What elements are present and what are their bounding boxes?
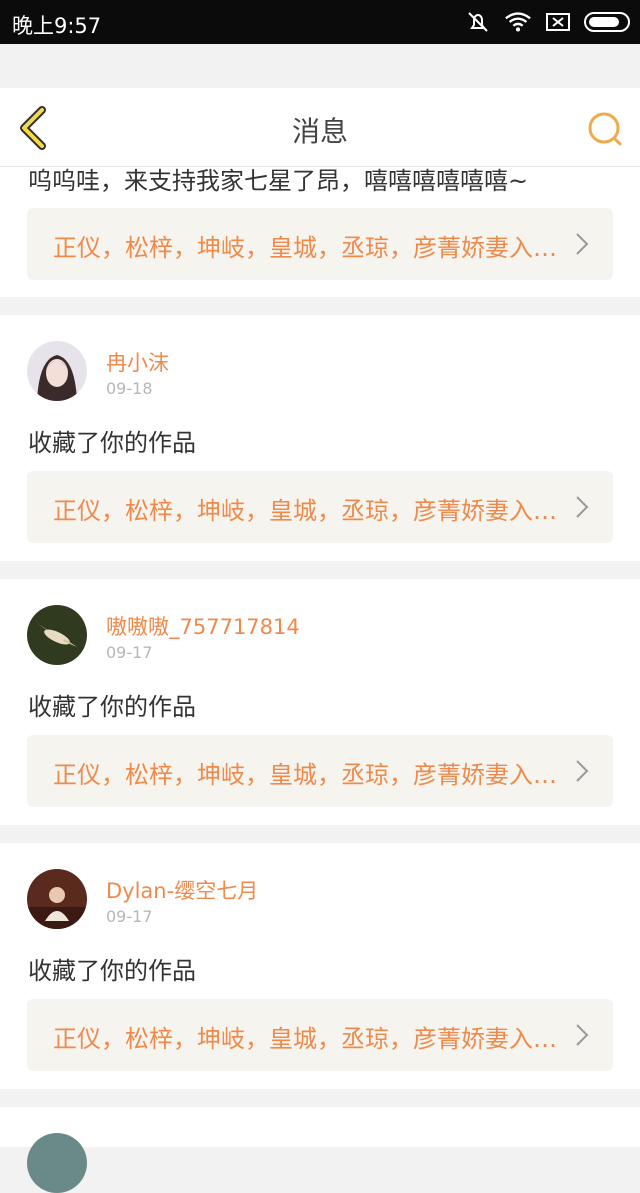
username[interactable]: 冉小沫 — [106, 347, 169, 377]
wifi-icon — [505, 12, 531, 32]
status-icons — [464, 10, 630, 34]
avatar[interactable] — [27, 341, 87, 401]
message-date: 09-17 — [106, 643, 153, 662]
message-feed: 呜呜哇，来支持我家七星了昂，嘻嘻嘻嘻嘻嘻~ 正仪，松梓，坤岐，皇城，丞琼，彦菁娇… — [0, 167, 640, 1193]
status-time: 晚上9:57 — [12, 14, 102, 38]
avatar[interactable] — [27, 1133, 87, 1193]
chevron-right-icon — [576, 1024, 589, 1046]
message-card: 嗷嗷嗷_757717814 09-17 收藏了你的作品 正仪，松梓，坤岐，皇城，… — [0, 579, 640, 825]
chevron-right-icon — [576, 760, 589, 782]
message-text: 收藏了你的作品 — [28, 429, 196, 457]
work-link[interactable]: 正仪，松梓，坤岐，皇城，丞琼，彦菁娇妻入… — [27, 999, 613, 1071]
message-card: 冉小沫 09-18 收藏了你的作品 正仪，松梓，坤岐，皇城，丞琼，彦菁娇妻入… — [0, 315, 640, 561]
username[interactable]: Dylan-缨空七月 — [106, 875, 258, 905]
status-gap — [0, 44, 640, 88]
work-title: 正仪，松梓，坤岐，皇城，丞琼，彦菁娇妻入… — [53, 234, 557, 262]
avatar[interactable] — [27, 869, 87, 929]
message-date: 09-17 — [106, 907, 153, 926]
status-bar: 晚上9:57 — [0, 0, 640, 44]
work-link[interactable]: 正仪，松梓，坤岐，皇城，丞琼，彦菁娇妻入… — [27, 471, 613, 543]
message-text: 呜呜哇，来支持我家七星了昂，嘻嘻嘻嘻嘻嘻~ — [28, 167, 529, 195]
battery-icon — [584, 12, 630, 32]
chevron-right-icon — [576, 496, 589, 518]
work-link[interactable]: 正仪，松梓，坤岐，皇城，丞琼，彦菁娇妻入… — [27, 735, 613, 807]
work-title: 正仪，松梓，坤岐，皇城，丞琼，彦菁娇妻入… — [53, 497, 557, 525]
message-card-partial — [0, 1107, 640, 1193]
work-link[interactable]: 正仪，松梓，坤岐，皇城，丞琼，彦菁娇妻入… — [27, 208, 613, 280]
message-text: 收藏了你的作品 — [28, 693, 196, 721]
avatar[interactable] — [27, 605, 87, 665]
app-header: 消息 — [0, 88, 640, 167]
page-title: 消息 — [291, 115, 348, 148]
message-date: 09-18 — [106, 379, 153, 398]
work-title: 正仪，松梓，坤岐，皇城，丞琼，彦菁娇妻入… — [53, 761, 557, 789]
no-sim-icon — [546, 13, 570, 31]
search-icon[interactable] — [586, 110, 626, 150]
message-card-partial: 呜呜哇，来支持我家七星了昂，嘻嘻嘻嘻嘻嘻~ 正仪，松梓，坤岐，皇城，丞琼，彦菁娇… — [0, 167, 640, 297]
work-title: 正仪，松梓，坤岐，皇城，丞琼，彦菁娇妻入… — [53, 1025, 557, 1053]
chevron-right-icon — [576, 233, 589, 255]
message-card: Dylan-缨空七月 09-17 收藏了你的作品 正仪，松梓，坤岐，皇城，丞琼，… — [0, 843, 640, 1089]
mute-bell-icon — [468, 12, 488, 32]
username[interactable]: 嗷嗷嗷_757717814 — [106, 611, 300, 641]
message-text: 收藏了你的作品 — [28, 957, 196, 985]
